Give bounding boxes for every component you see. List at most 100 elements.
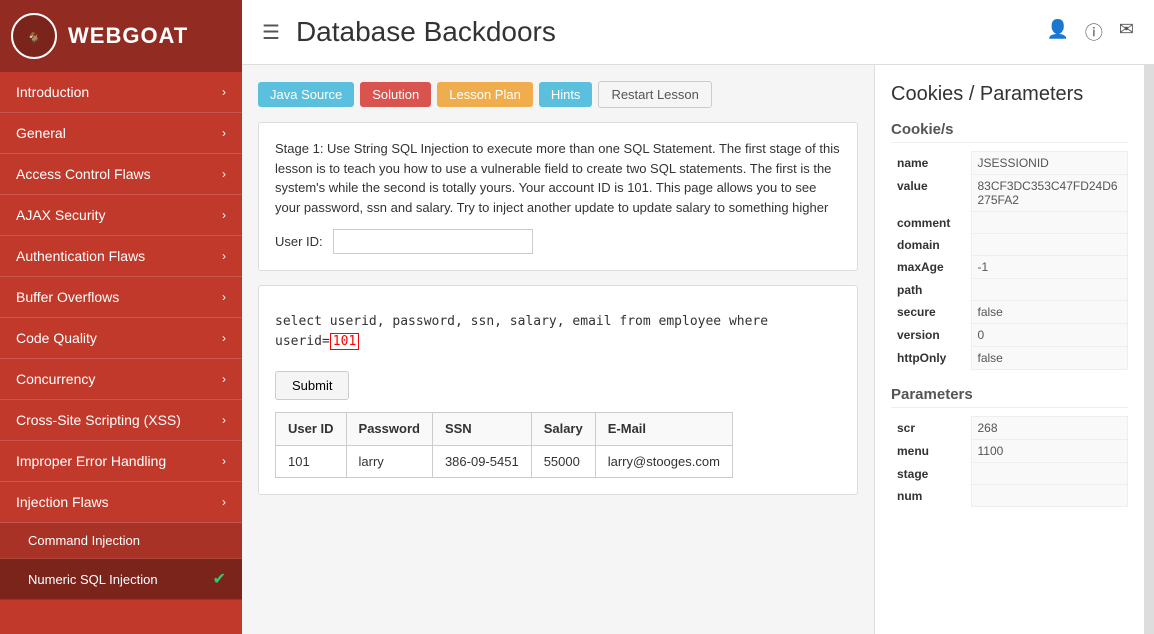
page-title: Database Backdoors xyxy=(296,16,1031,48)
param-value: 268 xyxy=(971,417,1128,440)
sidebar-item-code-quality[interactable]: Code Quality › xyxy=(0,318,242,359)
sidebar-item-numeric-sql[interactable]: Numeric SQL Injection ✔ xyxy=(0,559,242,600)
user-id-input[interactable] xyxy=(333,229,533,254)
cookie-row: path xyxy=(891,279,1128,301)
svg-text:🐐: 🐐 xyxy=(28,31,40,44)
sidebar-item-buffer-overflows[interactable]: Buffer Overflows › xyxy=(0,277,242,318)
topbar-icons: 👤 ⓘ ✉ xyxy=(1046,19,1134,45)
hints-button[interactable]: Hints xyxy=(539,82,593,107)
chevron-right-icon: › xyxy=(222,413,226,427)
cookie-value xyxy=(971,279,1128,301)
user-icon[interactable]: 👤 xyxy=(1046,19,1068,45)
lesson-plan-button[interactable]: Lesson Plan xyxy=(437,82,533,107)
sidebar-item-label: Concurrency xyxy=(16,371,95,387)
sidebar-item-concurrency[interactable]: Concurrency › xyxy=(0,359,242,400)
param-value: 1100 xyxy=(971,440,1128,463)
sidebar-item-label: Cross-Site Scripting (XSS) xyxy=(16,412,181,428)
sidebar-item-introduction[interactable]: Introduction › xyxy=(0,72,242,113)
cookies-section-title: Cookie/s xyxy=(891,121,1128,143)
webgoat-logo: 🐐 xyxy=(10,12,58,60)
sql-display-box: select userid, password, ssn, salary, em… xyxy=(258,285,858,495)
cookie-key: maxAge xyxy=(891,256,971,279)
user-id-form-row: User ID: xyxy=(275,229,841,254)
cookie-key: name xyxy=(891,152,971,175)
lesson-description-box: Stage 1: Use String SQL Injection to exe… xyxy=(258,122,858,271)
table-cell: larry xyxy=(346,445,432,478)
cookie-row: domain xyxy=(891,234,1128,256)
param-key: num xyxy=(891,485,971,507)
cookie-value: JSESSIONID xyxy=(971,152,1128,175)
cookie-row: comment xyxy=(891,212,1128,234)
cookie-value: false xyxy=(971,347,1128,370)
cookie-row: nameJSESSIONID xyxy=(891,152,1128,175)
cookie-value: 83CF3DC353C47FD24D6275FA2 xyxy=(971,175,1128,212)
sidebar-item-label: Buffer Overflows xyxy=(16,289,119,305)
right-panel-title: Cookies / Parameters xyxy=(891,81,1128,107)
sidebar-item-error-handling[interactable]: Improper Error Handling › xyxy=(0,441,242,482)
chevron-down-icon: › xyxy=(222,495,226,509)
sidebar-item-access-control[interactable]: Access Control Flaws › xyxy=(0,154,242,195)
info-icon[interactable]: ⓘ xyxy=(1085,19,1103,45)
params-table: scr268menu1100stagenum xyxy=(891,416,1128,507)
param-value xyxy=(971,463,1128,485)
solution-button[interactable]: Solution xyxy=(360,82,431,107)
content-area: Java Source Solution Lesson Plan Hints R… xyxy=(242,65,1154,634)
sidebar-item-label: AJAX Security xyxy=(16,207,105,223)
sidebar-item-general[interactable]: General › xyxy=(0,113,242,154)
cookies-table: nameJSESSIONIDvalue83CF3DC353C47FD24D627… xyxy=(891,151,1128,370)
sidebar-header: 🐐 WEBGOAT xyxy=(0,0,242,72)
chevron-right-icon: › xyxy=(222,167,226,181)
table-cell: 386-09-5451 xyxy=(432,445,531,478)
cookie-value: false xyxy=(971,301,1128,324)
cookie-key: comment xyxy=(891,212,971,234)
cookie-row: httpOnlyfalse xyxy=(891,347,1128,370)
param-key: scr xyxy=(891,417,971,440)
table-cell: 55000 xyxy=(531,445,595,478)
sidebar-item-auth-flaws[interactable]: Authentication Flaws › xyxy=(0,236,242,277)
param-row: num xyxy=(891,485,1128,507)
cookie-value: -1 xyxy=(971,256,1128,279)
chevron-right-icon: › xyxy=(222,249,226,263)
cookie-value: 0 xyxy=(971,324,1128,347)
param-row: scr268 xyxy=(891,417,1128,440)
param-row: stage xyxy=(891,463,1128,485)
col-header-salary: Salary xyxy=(531,413,595,446)
sidebar-sub-item-label: Numeric SQL Injection xyxy=(28,572,158,587)
col-header-ssn: SSN xyxy=(432,413,531,446)
sidebar-item-label: Improper Error Handling xyxy=(16,453,166,469)
right-panel: Cookies / Parameters Cookie/s nameJSESSI… xyxy=(874,65,1144,634)
sidebar-title: WEBGOAT xyxy=(68,23,188,49)
mail-icon[interactable]: ✉ xyxy=(1119,19,1134,45)
sidebar-item-xss[interactable]: Cross-Site Scripting (XSS) › xyxy=(0,400,242,441)
sidebar-item-label: Access Control Flaws xyxy=(16,166,151,182)
chevron-right-icon: › xyxy=(222,126,226,140)
result-table-body: 101larry386-09-545155000larry@stooges.co… xyxy=(276,445,733,478)
check-icon: ✔ xyxy=(213,569,226,589)
param-key: stage xyxy=(891,463,971,485)
sidebar-item-injection-flaws[interactable]: Injection Flaws › xyxy=(0,482,242,523)
toolbar-buttons: Java Source Solution Lesson Plan Hints R… xyxy=(258,81,858,108)
chevron-right-icon: › xyxy=(222,331,226,345)
restart-lesson-button[interactable]: Restart Lesson xyxy=(598,81,711,108)
col-header-email: E-Mail xyxy=(595,413,732,446)
sidebar-item-label: Introduction xyxy=(16,84,89,100)
menu-toggle-button[interactable]: ☰ xyxy=(262,20,280,45)
sidebar-item-label: Authentication Flaws xyxy=(16,248,145,264)
result-table: User ID Password SSN Salary E-Mail 101la… xyxy=(275,412,733,478)
param-value xyxy=(971,485,1128,507)
sidebar-item-command-injection[interactable]: Command Injection xyxy=(0,523,242,559)
java-source-button[interactable]: Java Source xyxy=(258,82,354,107)
sql-value: 101 xyxy=(330,333,359,350)
chevron-right-icon: › xyxy=(222,85,226,99)
cookie-key: domain xyxy=(891,234,971,256)
submit-button[interactable]: Submit xyxy=(275,371,349,400)
sidebar-item-ajax[interactable]: AJAX Security › xyxy=(0,195,242,236)
scrollbar[interactable] xyxy=(1144,65,1154,634)
cookie-value xyxy=(971,212,1128,234)
cookie-key: secure xyxy=(891,301,971,324)
topbar: ☰ Database Backdoors 👤 ⓘ ✉ xyxy=(242,0,1154,65)
cookie-row: securefalse xyxy=(891,301,1128,324)
cookie-row: maxAge-1 xyxy=(891,256,1128,279)
sidebar-item-label: Injection Flaws xyxy=(16,494,109,510)
main-area: ☰ Database Backdoors 👤 ⓘ ✉ Java Source S… xyxy=(242,0,1154,634)
